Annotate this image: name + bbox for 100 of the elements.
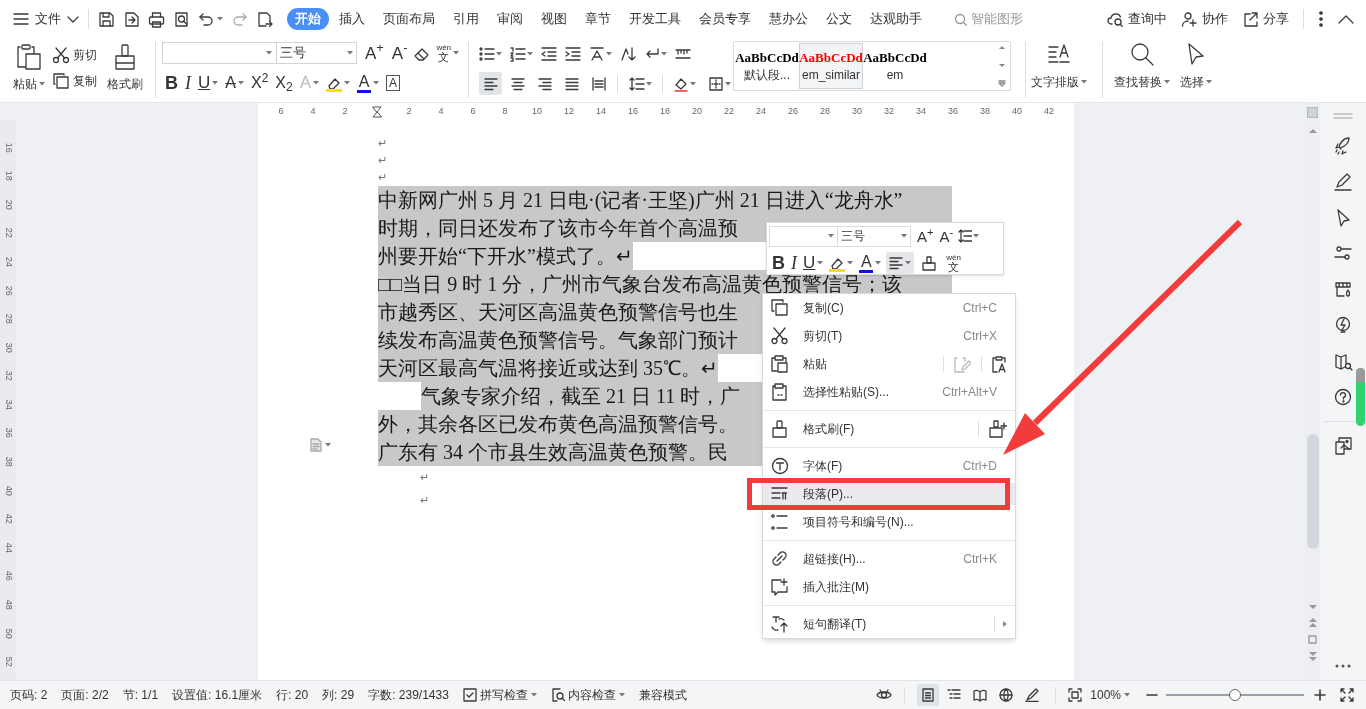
ribbon-tab[interactable]: 页面布局 (375, 8, 443, 30)
caret-icon (905, 261, 912, 265)
print-preview-icon[interactable] (173, 10, 190, 28)
caret-icon (212, 81, 219, 85)
text-direction-icon[interactable] (589, 46, 605, 62)
view-mode-button[interactable] (917, 684, 940, 706)
style-preset[interactable]: AaBbCcDd em (863, 43, 927, 89)
bolt-bulb-icon[interactable] (1333, 316, 1353, 335)
header-action-button[interactable]: 协作 (1181, 9, 1228, 29)
ribbon-tab[interactable]: 达观助手 (862, 8, 930, 30)
scrollbar-thumb[interactable] (1306, 434, 1319, 549)
numbered-list-icon[interactable] (510, 46, 526, 62)
ribbon-tab[interactable]: 章节 (577, 8, 619, 30)
more-icon[interactable] (1335, 664, 1351, 668)
file-arrow-icon[interactable] (256, 10, 273, 28)
ribbon-tab[interactable]: 慧办公 (761, 8, 816, 30)
ruler-number: 48 (2, 599, 15, 610)
bold-button[interactable]: B (162, 71, 181, 95)
scroll-up-icon[interactable] (998, 45, 1006, 50)
indent-icon[interactable] (565, 46, 581, 62)
menu-item[interactable]: 粘贴 (763, 353, 1015, 375)
find-replace-button[interactable]: 查找替换 (1109, 38, 1175, 91)
chevron-down-icon (67, 14, 79, 24)
status-dropdown-button[interactable]: 拼写检查 (462, 686, 537, 704)
print-icon[interactable] (148, 10, 165, 28)
borders-icon[interactable] (708, 75, 724, 92)
smart-search-field[interactable]: 智能图形 (954, 9, 1041, 29)
subscript-button[interactable]: X$_{2}$ (272, 71, 296, 95)
status-dropdown-button[interactable]: 内容检查 (550, 686, 625, 704)
menu-item[interactable]: 短句翻译(T) (763, 613, 1015, 635)
ruler-number: 6 (278, 105, 284, 116)
superscript-button[interactable]: X$^{2}$ (247, 71, 272, 95)
italic-button[interactable]: I (182, 71, 194, 95)
export-icon[interactable] (123, 10, 140, 28)
file-menu-button[interactable]: 文件 (13, 6, 79, 32)
book-search-icon[interactable] (1333, 352, 1353, 371)
fullscreen-icon[interactable] (1340, 688, 1354, 702)
header-action-button[interactable]: 查询中 (1107, 9, 1167, 29)
font-name-field[interactable] (162, 42, 277, 64)
ribbon-tab[interactable]: 开发工具 (621, 8, 689, 30)
char-border-button[interactable]: A (383, 71, 404, 95)
font-color-button[interactable]: A (354, 71, 382, 95)
rocket-icon[interactable] (1333, 136, 1353, 155)
expand-gallery-icon[interactable] (998, 80, 1006, 87)
pen-icon[interactable] (1333, 172, 1353, 191)
fit-page-icon[interactable] (1068, 688, 1083, 702)
paste-button[interactable]: 粘贴 (10, 43, 48, 93)
ribbon-tab[interactable]: 视图 (533, 8, 575, 30)
phonetic-guide-button[interactable]: wén 文 (436, 43, 460, 63)
header-action-button[interactable]: 分享 (1242, 9, 1289, 29)
grow-font-button[interactable]: A$^{+}$ (917, 228, 934, 244)
strikethrough-button[interactable]: A (222, 71, 247, 95)
font-size-field[interactable]: 三号 (277, 42, 357, 64)
ruler-number: 10 (532, 105, 542, 116)
ruler-icon[interactable] (675, 46, 691, 62)
more-icon[interactable] (1318, 10, 1324, 28)
shrink-font-button[interactable]: A$^{-}$ (939, 228, 954, 244)
ribbon-tab[interactable]: 引用 (445, 8, 487, 30)
format-painter-button[interactable]: 格式刷 (107, 43, 143, 93)
sliders-icon[interactable] (1333, 244, 1353, 263)
shop-icon[interactable] (1333, 280, 1353, 299)
menu-item[interactable]: 段落(P)... (763, 483, 1015, 505)
collapse-icon[interactable] (1338, 14, 1354, 24)
help-icon[interactable] (1333, 388, 1353, 407)
menu-item[interactable]: 插入批注(M) (763, 576, 1015, 598)
line-spacing-icon[interactable] (629, 75, 645, 92)
menu-item[interactable]: 项目符号和编号(N)... (763, 511, 1015, 533)
text-layout-button[interactable]: 文字排版 (1026, 38, 1092, 91)
ribbon-tab[interactable]: 会员专享 (691, 8, 759, 30)
save-icon[interactable] (98, 10, 115, 28)
shrink-font-button[interactable]: A$^{-}$ (391, 44, 408, 62)
style-preset[interactable]: AaBbCcDd 默认段... (735, 43, 799, 89)
underline-button[interactable]: U (195, 71, 222, 95)
cut-button[interactable]: 剪切 (52, 43, 97, 67)
image-frame-icon[interactable] (1333, 436, 1353, 455)
ribbon-tab[interactable]: 插入 (331, 8, 373, 30)
outdent-icon[interactable] (541, 46, 557, 62)
copy-button[interactable]: 复制 (52, 69, 97, 93)
zoom-slider[interactable] (1166, 689, 1304, 701)
ribbon-tab[interactable]: 审阅 (489, 8, 531, 30)
bullet-list-icon[interactable] (479, 46, 495, 62)
font-size-field[interactable]: 三号 (838, 225, 911, 247)
line-spacing-icon[interactable] (958, 229, 973, 243)
brush-plus-icon[interactable] (989, 420, 1007, 438)
style-preset[interactable]: AaBbCcDd em_similar (799, 43, 863, 89)
grow-font-button[interactable]: A$^{+}$ (365, 44, 384, 62)
slider-thumb[interactable] (1229, 689, 1241, 701)
zoom-in-icon[interactable] (1314, 689, 1326, 701)
sort-icon[interactable] (620, 46, 636, 62)
alignment-button[interactable] (886, 252, 915, 274)
brush-icon[interactable] (922, 255, 937, 271)
select-button[interactable]: 选择 (1175, 38, 1217, 91)
paste-text-icon[interactable] (992, 355, 1007, 373)
scroll-down-icon[interactable] (998, 62, 1006, 68)
zoom-level-button[interactable]: 100% (1090, 686, 1130, 704)
menu-item[interactable]: 超链接(H)... Ctrl+K (763, 548, 1015, 570)
ribbon-tab[interactable]: 公文 (818, 8, 860, 30)
phonetic-guide-button[interactable]: wén 文 (946, 253, 961, 273)
font-name-field[interactable] (769, 225, 838, 247)
alignment-button[interactable] (479, 72, 502, 95)
